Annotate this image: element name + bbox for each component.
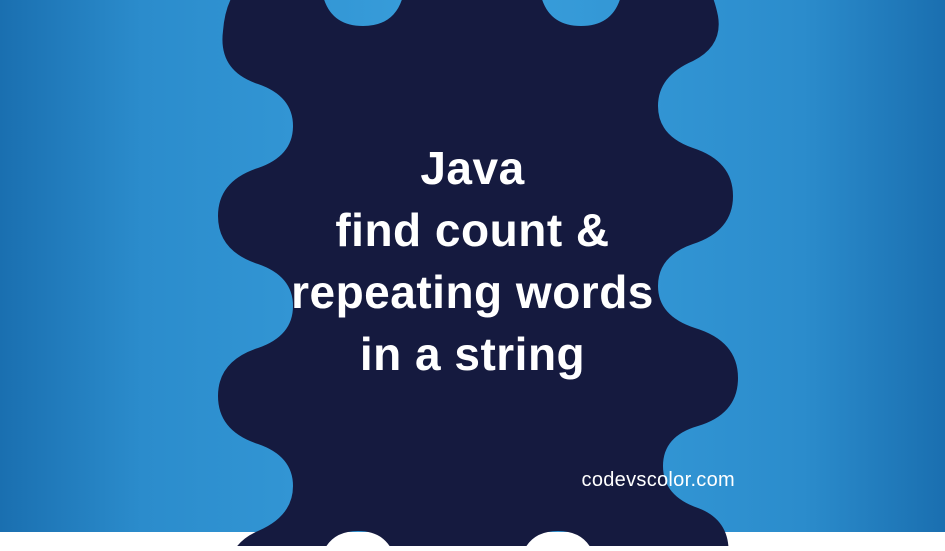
title-line-2: find count & (173, 199, 773, 261)
title-line-3: repeating words (173, 261, 773, 323)
watermark-text: codevscolor.com (582, 469, 735, 492)
title-line-4: in a string (173, 323, 773, 385)
banner-container: Java find count & repeating words in a s… (0, 0, 945, 532)
title-block: Java find count & repeating words in a s… (173, 137, 773, 385)
title-line-1: Java (173, 137, 773, 199)
